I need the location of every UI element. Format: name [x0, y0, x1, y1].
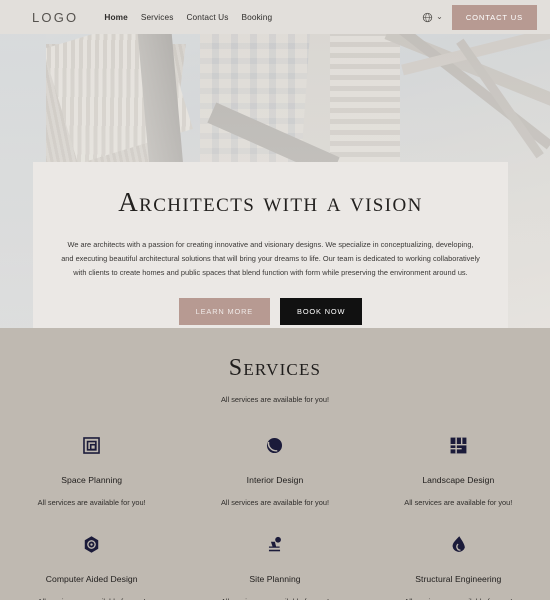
services-section: Services All services are available for …	[0, 328, 550, 600]
hex-gear-icon	[82, 529, 101, 559]
main-nav: Home Services Contact Us Booking	[104, 12, 272, 22]
nav-item-home[interactable]: Home	[104, 12, 127, 22]
services-title: Services	[228, 355, 322, 381]
contact-us-button[interactable]: CONTACT US	[451, 4, 537, 30]
hero-paragraph: We are architects with a passion for cre…	[61, 240, 480, 278]
service-name: Computer Aided Design	[45, 574, 138, 584]
site-header: LOGO Home Services Contact Us Booking ⌄ …	[0, 0, 550, 34]
logo[interactable]: LOGO	[32, 10, 78, 25]
globe-icon	[422, 12, 433, 23]
nav-item-booking[interactable]: Booking	[242, 12, 273, 22]
service-name: Structural Engineering	[415, 574, 502, 584]
crescent-circle-icon	[265, 430, 284, 460]
window-grid-icon	[449, 430, 468, 460]
service-name: Interior Design	[246, 475, 304, 485]
services-subtitle: All services are available for you!	[220, 395, 330, 404]
service-card-structural-engineering[interactable]: Structural Engineering All services are …	[367, 529, 550, 600]
service-name: Site Planning	[249, 574, 301, 584]
header-actions: ⌄ CONTACT US	[422, 4, 537, 30]
language-selector[interactable]: ⌄	[422, 12, 443, 23]
hero-section: Architects with a vision We are architec…	[0, 34, 550, 328]
service-card-space-planning[interactable]: Space Planning All services are availabl…	[0, 430, 183, 507]
learn-more-button[interactable]: LEARN MORE	[178, 297, 271, 325]
nav-item-contact-us[interactable]: Contact Us	[186, 12, 228, 22]
hero-buttons: LEARN MORE BOOK NOW	[178, 297, 363, 325]
service-description: All services are available for you!	[37, 498, 146, 507]
service-name: Space Planning	[61, 475, 123, 485]
chevron-down-icon: ⌄	[436, 12, 443, 21]
hero-title: Architects with a vision	[118, 187, 423, 217]
service-card-landscape-design[interactable]: Landscape Design All services are availa…	[367, 430, 550, 507]
services-grid: Space Planning All services are availabl…	[0, 430, 550, 600]
theodolite-tripod-icon	[265, 529, 284, 559]
service-card-interior-design[interactable]: Interior Design All services are availab…	[183, 430, 366, 507]
service-description: All services are available for you!	[220, 498, 330, 507]
service-description: All services are available for you!	[404, 498, 513, 507]
nav-item-services[interactable]: Services	[141, 12, 174, 22]
service-card-site-planning[interactable]: Site Planning All services are available…	[183, 529, 366, 600]
droplet-icon	[449, 529, 468, 559]
nested-squares-icon	[82, 430, 101, 460]
hero-card: Architects with a vision We are architec…	[33, 162, 508, 328]
book-now-button[interactable]: BOOK NOW	[280, 297, 363, 325]
service-card-computer-aided-design[interactable]: Computer Aided Design All services are a…	[0, 529, 183, 600]
service-name: Landscape Design	[422, 475, 495, 485]
page-root: LOGO Home Services Contact Us Booking ⌄ …	[0, 0, 550, 600]
